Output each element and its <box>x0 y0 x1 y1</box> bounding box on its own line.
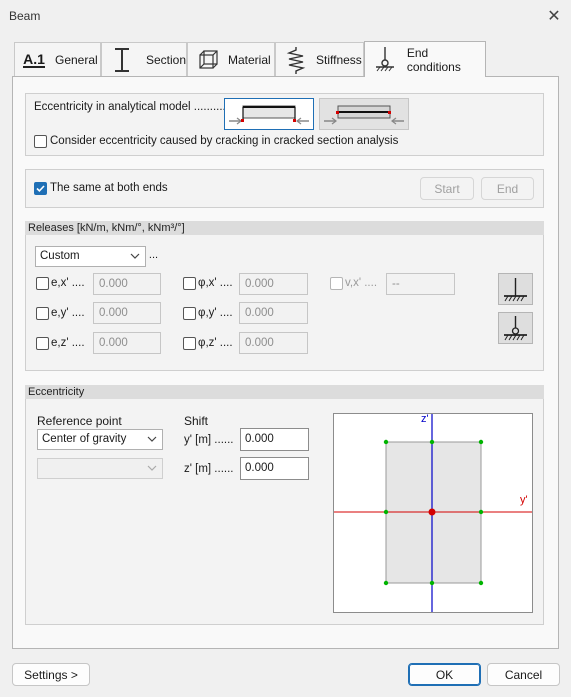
check-icon <box>36 185 45 193</box>
reference-point-value: Center of gravity <box>42 433 127 445</box>
eccentricity-header: Eccentricity <box>25 385 544 399</box>
support-icon <box>371 46 399 74</box>
chevron-down-icon <box>147 461 157 482</box>
tab-stiffness[interactable]: Stiffness <box>275 42 364 76</box>
tab-general[interactable]: A.1 General <box>14 42 101 76</box>
release-ey-checkbox[interactable] <box>36 307 49 320</box>
tab-label: End conditions <box>406 45 461 74</box>
node-point <box>383 439 389 445</box>
release-phix-label: φ,x' .... <box>198 277 233 289</box>
i-beam-icon <box>108 46 136 74</box>
a1-icon: A.1 <box>23 50 45 68</box>
beam-top-axis-icon <box>229 105 309 125</box>
eccentricity-option-centroid[interactable] <box>319 98 409 130</box>
node-point <box>383 509 389 515</box>
release-preset-select[interactable]: Custom <box>35 246 146 267</box>
fixed-support-button[interactable] <box>498 273 533 305</box>
release-vx-label: v,x' .... <box>345 277 378 289</box>
release-ex-field[interactable]: 0.000 <box>93 273 161 295</box>
reference-point-label: Reference point <box>37 414 122 428</box>
release-ey-field[interactable]: 0.000 <box>93 302 161 324</box>
release-phiy-checkbox[interactable] <box>183 307 196 320</box>
hinged-support-button[interactable] <box>498 312 533 344</box>
release-more-button[interactable]: ... <box>147 246 160 267</box>
y-axis-label: y' <box>520 494 528 506</box>
title-bar: Beam ✕ <box>0 0 571 32</box>
beam-centroid-axis-icon <box>324 105 404 125</box>
tab-end-conditions[interactable]: End conditions <box>364 41 486 77</box>
center-of-gravity-point <box>428 508 436 516</box>
section-diagram <box>334 414 532 612</box>
tab-section[interactable]: Section <box>101 42 187 76</box>
same-both-ends-checkbox[interactable] <box>34 182 47 195</box>
node-point <box>429 580 435 586</box>
tab-label: Material <box>228 52 271 67</box>
reference-point-select[interactable]: Center of gravity <box>37 429 163 450</box>
crack-eccentricity-checkbox[interactable] <box>34 135 47 148</box>
close-icon: ✕ <box>547 8 561 25</box>
release-ex-checkbox[interactable] <box>36 277 49 290</box>
spring-icon <box>282 46 310 74</box>
cube-icon <box>194 46 222 74</box>
same-both-ends-label: The same at both ends <box>50 182 168 194</box>
release-phiy-field[interactable]: 0.000 <box>239 302 308 324</box>
close-button[interactable]: ✕ <box>540 4 568 28</box>
release-phiy-label: φ,y' .... <box>198 307 233 319</box>
z-axis-label: z' <box>421 413 429 425</box>
release-phiz-checkbox[interactable] <box>183 337 196 350</box>
release-phiz-field[interactable]: 0.000 <box>239 332 308 354</box>
chevron-down-icon <box>130 249 140 270</box>
chevron-down-icon <box>147 432 157 453</box>
release-ex-label: e,x' .... <box>51 277 85 289</box>
shift-label: Shift <box>184 414 209 428</box>
eccentricity-model-label: Eccentricity in analytical model .......… <box>34 101 226 113</box>
shift-z-label: z' [m] ...... <box>184 463 234 475</box>
fixed-support-icon <box>504 278 527 302</box>
end-button[interactable]: End <box>481 177 534 200</box>
release-vx-field[interactable]: -- <box>386 273 455 295</box>
ok-button[interactable]: OK <box>408 663 481 686</box>
release-ez-field[interactable]: 0.000 <box>93 332 161 354</box>
release-phix-field[interactable]: 0.000 <box>239 273 308 295</box>
tab-label: Stiffness <box>316 52 362 67</box>
reference-sub-select[interactable] <box>37 458 163 479</box>
hinged-support-icon <box>504 316 527 341</box>
release-phiz-label: φ,z' .... <box>198 337 233 349</box>
tab-material[interactable]: Material <box>187 42 275 76</box>
node-point <box>478 580 484 586</box>
release-vx-checkbox[interactable] <box>330 277 343 290</box>
crack-eccentricity-label: Consider eccentricity caused by cracking… <box>50 135 399 147</box>
settings-button[interactable]: Settings > <box>12 663 90 686</box>
node-point <box>478 439 484 445</box>
cancel-button[interactable]: Cancel <box>487 663 560 686</box>
section-preview: z' y' <box>333 413 533 613</box>
tab-label: General <box>55 52 98 67</box>
release-preset-value: Custom <box>40 250 80 262</box>
node-point <box>383 580 389 586</box>
releases-header: Releases [kN/m, kNm/°, kNm³/°] <box>25 221 544 235</box>
window-title: Beam <box>9 9 41 23</box>
shift-y-input[interactable]: 0.000 <box>240 428 309 451</box>
release-phix-checkbox[interactable] <box>183 277 196 290</box>
node-point <box>429 439 435 445</box>
shift-y-label: y' [m] ...... <box>184 434 234 446</box>
release-ey-label: e,y' .... <box>51 307 85 319</box>
tab-label: Section <box>145 52 186 67</box>
eccentricity-option-top[interactable] <box>224 98 314 130</box>
release-ez-label: e,z' .... <box>51 337 85 349</box>
start-button[interactable]: Start <box>420 177 474 200</box>
release-ez-checkbox[interactable] <box>36 337 49 350</box>
shift-z-input[interactable]: 0.000 <box>240 457 309 480</box>
node-point <box>478 509 484 515</box>
